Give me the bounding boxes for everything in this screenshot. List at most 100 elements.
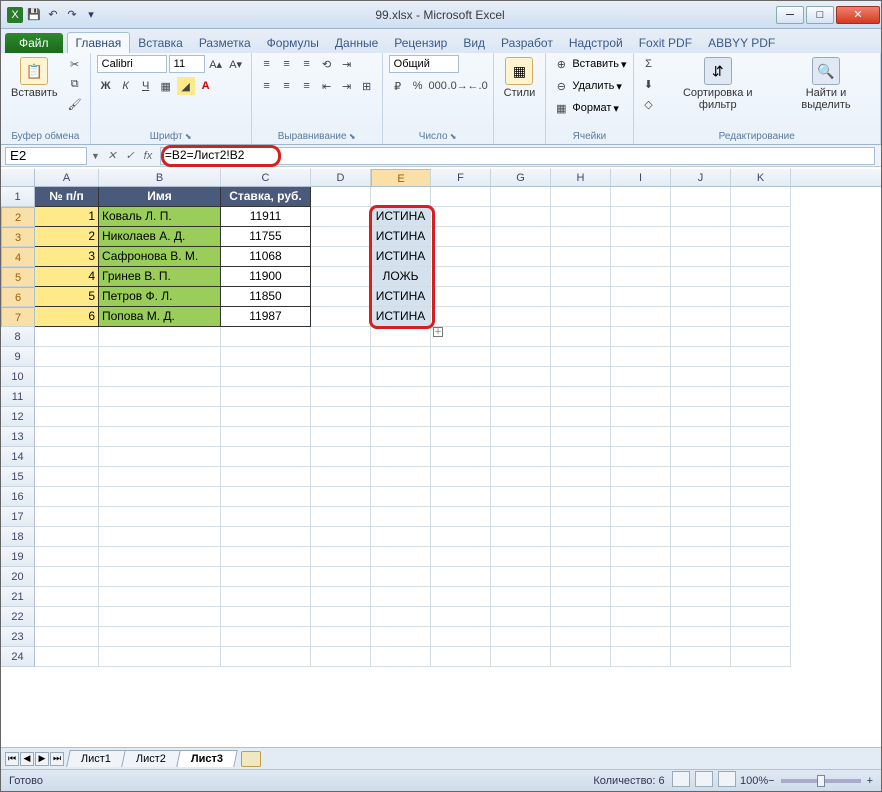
cell[interactable] [551, 607, 611, 627]
cell[interactable] [731, 247, 791, 267]
cell[interactable] [431, 467, 491, 487]
cell[interactable] [611, 427, 671, 447]
cell[interactable] [311, 287, 371, 307]
cell[interactable] [731, 207, 791, 227]
cell[interactable] [551, 467, 611, 487]
cell[interactable] [431, 427, 491, 447]
align-right-icon[interactable]: ≡ [298, 77, 316, 95]
cell[interactable] [731, 407, 791, 427]
cell[interactable] [611, 327, 671, 347]
row-header[interactable]: 10 [1, 367, 35, 387]
cell[interactable]: 4 [35, 267, 99, 287]
cell[interactable] [491, 467, 551, 487]
tab-home[interactable]: Главная [67, 32, 131, 53]
row-header[interactable]: 21 [1, 587, 35, 607]
cell[interactable] [371, 527, 431, 547]
col-header[interactable]: D [311, 169, 371, 186]
cell[interactable] [491, 307, 551, 327]
cells-delete-button[interactable]: ⊖Удалить ▾ [552, 77, 622, 95]
number-format-select[interactable] [389, 55, 459, 73]
fill-icon[interactable]: ⬇ [640, 75, 658, 93]
cell[interactable] [431, 627, 491, 647]
cell[interactable] [311, 187, 371, 207]
maximize-button[interactable]: □ [806, 6, 834, 24]
cell[interactable] [491, 267, 551, 287]
row-header[interactable]: 6 [1, 287, 35, 307]
cell[interactable] [671, 307, 731, 327]
cell[interactable] [611, 287, 671, 307]
cell[interactable] [371, 567, 431, 587]
row-header[interactable]: 24 [1, 647, 35, 667]
cell[interactable] [431, 207, 491, 227]
page-layout-view-icon[interactable] [695, 771, 713, 787]
cell[interactable] [491, 207, 551, 227]
cell[interactable] [371, 327, 431, 347]
zoom-thumb[interactable] [817, 775, 825, 787]
cell[interactable] [551, 187, 611, 207]
clear-icon[interactable]: ◇ [640, 95, 658, 113]
cell[interactable] [551, 287, 611, 307]
cell[interactable] [221, 347, 311, 367]
col-header[interactable]: E [371, 169, 431, 187]
cell[interactable] [731, 187, 791, 207]
cell[interactable] [431, 567, 491, 587]
cell[interactable] [371, 587, 431, 607]
cell[interactable] [431, 247, 491, 267]
sheet-tab[interactable]: Лист3 [176, 750, 238, 767]
name-box[interactable] [5, 147, 87, 165]
cell[interactable] [491, 647, 551, 667]
cell[interactable] [431, 507, 491, 527]
font-color-icon[interactable]: A [197, 77, 215, 95]
cell[interactable] [491, 507, 551, 527]
cell[interactable] [311, 587, 371, 607]
cell[interactable] [551, 647, 611, 667]
cancel-formula-icon[interactable]: ✕ [104, 148, 120, 164]
row-header[interactable]: 19 [1, 547, 35, 567]
cell[interactable] [551, 267, 611, 287]
cell[interactable] [99, 327, 221, 347]
cell[interactable]: Гринев В. П. [99, 267, 221, 287]
cell[interactable] [431, 347, 491, 367]
cell[interactable] [551, 567, 611, 587]
cell[interactable] [731, 387, 791, 407]
cell[interactable] [35, 427, 99, 447]
cell[interactable] [731, 367, 791, 387]
tab-foxit[interactable]: Foxit PDF [631, 33, 700, 53]
row-header[interactable]: 9 [1, 347, 35, 367]
cell[interactable] [35, 407, 99, 427]
cell[interactable] [671, 567, 731, 587]
cell[interactable] [431, 227, 491, 247]
col-header[interactable]: H [551, 169, 611, 186]
cell[interactable] [491, 487, 551, 507]
cell[interactable] [731, 427, 791, 447]
cell[interactable] [611, 587, 671, 607]
cell[interactable] [731, 607, 791, 627]
cell[interactable] [371, 547, 431, 567]
cell[interactable] [311, 267, 371, 287]
number-dialog-launcher[interactable]: ⬊ [448, 132, 457, 141]
cell[interactable] [35, 647, 99, 667]
cell[interactable] [551, 427, 611, 447]
cell[interactable] [671, 467, 731, 487]
cell[interactable] [99, 467, 221, 487]
cell[interactable] [491, 447, 551, 467]
cell[interactable]: Имя [99, 187, 221, 207]
cell[interactable] [491, 627, 551, 647]
row-header[interactable]: 8 [1, 327, 35, 347]
cells-insert-button[interactable]: ⊕Вставить ▾ [552, 55, 626, 73]
cell[interactable] [99, 487, 221, 507]
cell[interactable]: ИСТИНА [371, 307, 431, 327]
select-all-corner[interactable] [1, 169, 35, 186]
row-header[interactable]: 5 [1, 267, 35, 287]
cell[interactable] [431, 547, 491, 567]
cell[interactable] [611, 267, 671, 287]
italic-icon[interactable]: К [117, 77, 135, 95]
cell[interactable]: Сафронова В. М. [99, 247, 221, 267]
cell[interactable] [731, 467, 791, 487]
cell[interactable] [371, 627, 431, 647]
qat-dropdown-icon[interactable]: ▾ [83, 7, 99, 23]
cell[interactable] [311, 467, 371, 487]
align-bottom-icon[interactable]: ≡ [298, 55, 316, 73]
cell[interactable] [671, 367, 731, 387]
cell[interactable] [99, 347, 221, 367]
